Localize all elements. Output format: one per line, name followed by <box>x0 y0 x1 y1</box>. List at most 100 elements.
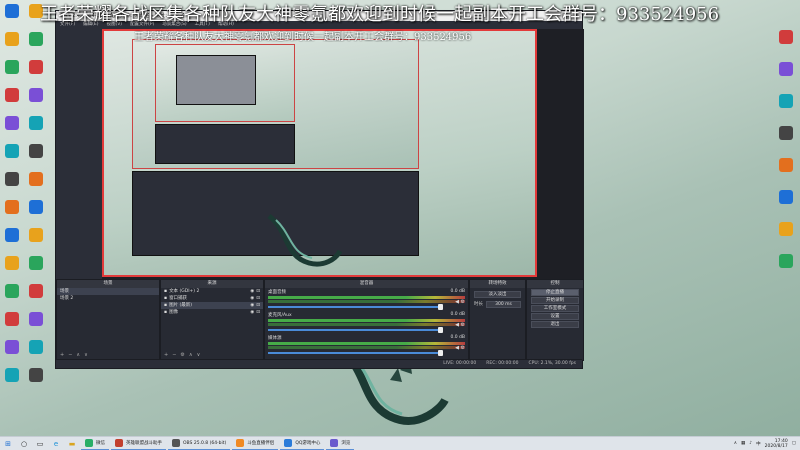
mixer-channel: 媒体源 0.0 dB ◀ ⚙ <box>265 334 468 357</box>
source-label: 文本 (GDI+) 2 <box>169 289 200 294</box>
desktop-icon[interactable] <box>26 256 46 282</box>
desktop-icon[interactable] <box>26 284 46 310</box>
app-icon <box>779 254 793 268</box>
desktop-icon[interactable] <box>26 32 46 58</box>
scenes-dock: 场景 场景 场景 2 + − ∧ ∨ <box>56 279 160 361</box>
desktop-icon[interactable] <box>26 312 46 338</box>
desktop-icon[interactable] <box>2 312 22 338</box>
taskbar-app[interactable]: OBS 25.0.8 (64-bit) <box>168 438 231 450</box>
desktop-icon[interactable] <box>2 60 22 86</box>
control-button[interactable]: 设置 <box>531 313 579 320</box>
scene-item[interactable]: 场景 <box>57 288 159 295</box>
taskbar-app[interactable]: 斗鱼直播伴侣 <box>232 438 279 450</box>
app-icon <box>779 30 793 44</box>
desktop-icon[interactable] <box>776 222 796 248</box>
source-item[interactable]: ▪ 窗口捕获 ◉ ⊡ <box>161 295 263 302</box>
notification-icon[interactable]: ▢ <box>792 441 796 446</box>
scenes-header: 场景 <box>57 280 159 288</box>
desktop-icon[interactable] <box>2 284 22 310</box>
desktop-icon[interactable] <box>26 368 46 394</box>
desktop-icon[interactable] <box>26 144 46 170</box>
app-icon <box>29 312 43 326</box>
app-icon <box>5 32 19 46</box>
visibility-icon[interactable]: ◉ <box>250 310 254 315</box>
desktop-icon[interactable] <box>2 144 22 170</box>
lock-icon[interactable]: ⊡ <box>256 310 260 315</box>
desktop-icon[interactable] <box>776 94 796 120</box>
desktop-icon[interactable] <box>2 200 22 226</box>
edge-icon[interactable]: e <box>49 438 63 450</box>
visibility-icon[interactable]: ◉ <box>250 289 254 294</box>
desktop-icon[interactable] <box>776 62 796 88</box>
desktop-icon[interactable] <box>776 254 796 280</box>
ime-icon[interactable]: 中 <box>756 441 761 447</box>
taskview-icon[interactable]: ▭ <box>33 438 47 450</box>
desktop-icon[interactable] <box>776 30 796 56</box>
desktop-icon[interactable] <box>2 4 22 30</box>
gear-icon[interactable]: ⚙ <box>461 345 465 351</box>
transition-select[interactable]: 淡入淡出 <box>474 291 521 298</box>
source-item[interactable]: ▪ 图片 (最新) ◉ ⊡ <box>161 302 263 309</box>
preview-canvas[interactable]: 王者荣耀各种队友大神零氪都欢迎到时候一起副本开工会群号：933524956 <box>102 29 584 284</box>
control-button[interactable]: 停止直播 <box>531 289 579 296</box>
channel-header: 媒体源 0.0 dB <box>268 335 465 341</box>
taskbar-app[interactable]: 英雄联盟战斗助手 <box>111 438 166 450</box>
desktop-icon[interactable] <box>26 228 46 254</box>
duration-label: 时长 <box>474 302 483 307</box>
control-button[interactable]: 开始录制 <box>531 297 579 304</box>
desktop-icon[interactable] <box>26 88 46 114</box>
visibility-icon[interactable]: ◉ <box>250 303 254 308</box>
visibility-icon[interactable]: ◉ <box>250 296 254 301</box>
desktop-icon[interactable] <box>26 172 46 198</box>
app-label: 斗鱼直播伴侣 <box>247 441 275 446</box>
desktop-icon[interactable] <box>2 256 22 282</box>
overlay-text: 王者荣耀各战区集各种队友大神零氪都欢迎到时候一起副本开工会群号：93352495… <box>40 4 720 24</box>
desktop-icon[interactable] <box>26 340 46 366</box>
lock-icon[interactable]: ⊡ <box>256 303 260 308</box>
taskbar-app[interactable]: QQ游戏中心 <box>280 438 325 450</box>
desktop-icon[interactable] <box>26 200 46 226</box>
desktop-icon[interactable] <box>2 116 22 142</box>
desktop-icon[interactable] <box>2 368 22 394</box>
desktop-icon[interactable] <box>26 60 46 86</box>
app-icon <box>29 32 43 46</box>
gear-icon[interactable]: ⚙ <box>461 299 465 305</box>
desktop-icon[interactable] <box>776 190 796 216</box>
desktop-icon[interactable] <box>776 126 796 152</box>
network-icon[interactable]: ▦ <box>741 441 745 446</box>
channel-icons: ◀ ⚙ <box>455 299 465 305</box>
source-item[interactable]: ▪ 文本 (GDI+) 2 ◉ ⊡ <box>161 288 263 295</box>
lock-icon[interactable]: ⊡ <box>256 296 260 301</box>
lock-icon[interactable]: ⊡ <box>256 289 260 294</box>
taskbar-app[interactable]: 浏览 <box>326 438 355 450</box>
volume-slider[interactable] <box>268 350 444 356</box>
app-icon <box>779 190 793 204</box>
desktop-icon[interactable] <box>2 340 22 366</box>
gear-icon[interactable]: ⚙ <box>461 322 465 328</box>
control-button[interactable]: 退出 <box>531 321 579 328</box>
desktop-icon[interactable] <box>2 228 22 254</box>
desktop-icon[interactable] <box>2 172 22 198</box>
scene-item[interactable]: 场景 2 <box>57 295 159 302</box>
volume-slider[interactable] <box>268 304 444 310</box>
desktop-icon[interactable] <box>2 32 22 58</box>
chevron-up-icon[interactable]: ∧ <box>734 441 737 446</box>
app-icon <box>5 88 19 102</box>
volume-slider[interactable] <box>268 327 444 333</box>
channel-db: 0.0 dB <box>450 335 465 340</box>
explorer-icon[interactable]: ▬ <box>65 438 79 450</box>
start-icon[interactable]: ⊞ <box>1 438 15 450</box>
desktop-icon[interactable] <box>26 116 46 142</box>
duration-input[interactable]: 300 ms <box>486 301 521 308</box>
clock[interactable]: 17:40 2020/8/17 <box>765 439 788 449</box>
taskbar-app[interactable]: 微信 <box>81 438 109 450</box>
obs-window[interactable]: OBS 2.4.0 (64-bit) - 配置文件：未命名 - 场景：未命名 –… <box>55 10 584 369</box>
control-button[interactable]: 工作室模式 <box>531 305 579 312</box>
volume-icon[interactable]: ♪ <box>749 441 752 446</box>
desktop-icon[interactable] <box>2 88 22 114</box>
desktop-icon[interactable] <box>776 158 796 184</box>
app-icon <box>779 62 793 76</box>
source-item[interactable]: ▪ 图像 ◉ ⊡ <box>161 309 263 316</box>
search-icon[interactable]: ○ <box>17 438 31 450</box>
app-icon <box>5 368 19 382</box>
